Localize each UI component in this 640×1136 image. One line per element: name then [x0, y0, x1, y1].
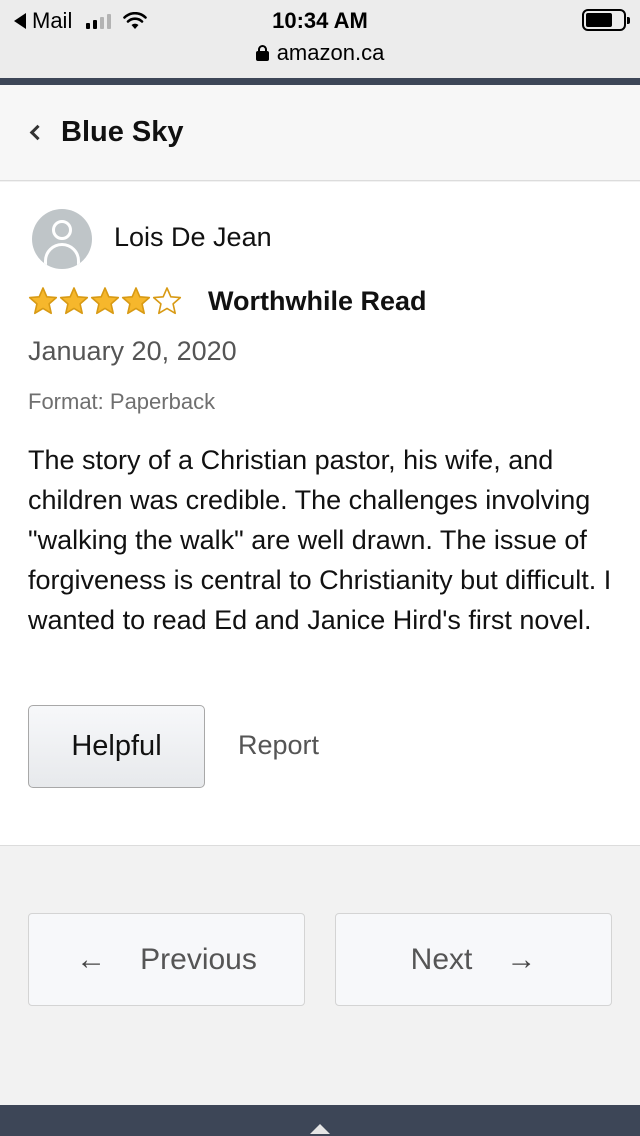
report-link[interactable]: Report: [238, 730, 319, 761]
reviewer-name[interactable]: Lois De Jean: [114, 222, 272, 253]
next-label: Next: [410, 942, 473, 976]
avatar: [32, 209, 92, 269]
top-divider: [0, 78, 640, 85]
review-body: The story of a Christian pastor, his wif…: [28, 445, 612, 635]
star-filled-icon: [121, 287, 151, 315]
review-title: Worthwhile Read: [208, 286, 427, 316]
chevron-left-icon: [29, 124, 46, 141]
lock-icon: [255, 45, 269, 61]
avatar-head-icon: [52, 220, 72, 240]
battery-icon: [582, 9, 630, 31]
helpful-button[interactable]: Helpful: [28, 705, 205, 788]
previous-label: Previous: [140, 942, 257, 976]
battery-fill: [586, 13, 612, 27]
previous-button[interactable]: ← Previous: [28, 913, 305, 1006]
star-rating: [28, 286, 182, 316]
review-format: Format: Paperback: [28, 389, 216, 414]
page-title: Blue Sky: [61, 116, 184, 148]
url-text: amazon.ca: [276, 40, 385, 65]
url-bar[interactable]: amazon.ca: [0, 40, 640, 66]
clock: 10:34 AM: [272, 8, 368, 33]
arrow-left-icon: ←: [76, 942, 107, 976]
avatar-body-icon: [44, 243, 80, 269]
star-filled-icon: [28, 287, 58, 315]
status-bar: Mail 10:34 AM amazon.ca: [0, 0, 640, 78]
caret-up-icon[interactable]: [310, 1124, 330, 1134]
star-empty-icon: [152, 287, 182, 315]
review-card: Lois De Jean Worthwhile Read January 20,…: [0, 182, 640, 846]
star-filled-icon: [90, 287, 120, 315]
page-header[interactable]: Blue Sky: [0, 85, 640, 181]
review-date: January 20, 2020: [28, 336, 237, 366]
arrow-right-icon: →: [506, 942, 537, 976]
next-button[interactable]: Next →: [335, 913, 612, 1006]
bottom-toolbar: [0, 1105, 640, 1136]
star-filled-icon: [59, 287, 89, 315]
